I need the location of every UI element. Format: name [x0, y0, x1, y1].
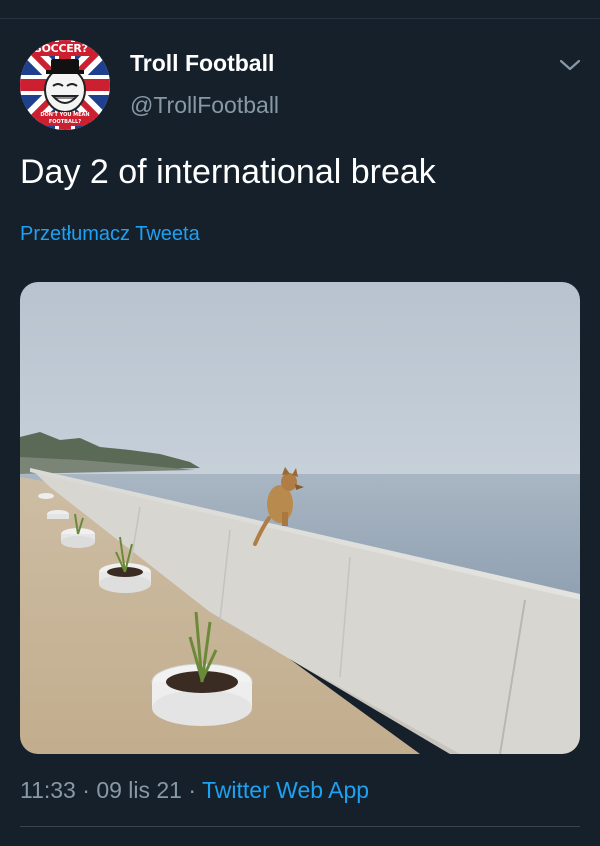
translate-tweet-link[interactable]: Przetłumacz Tweeta — [20, 223, 200, 246]
tweet-meta: 11:33 · 09 lis 21 · Twitter Web App — [20, 777, 369, 804]
bottom-divider — [20, 826, 580, 827]
meta-separator: · — [82, 777, 90, 803]
top-divider — [0, 18, 600, 19]
chevron-down-icon[interactable] — [558, 56, 582, 74]
author-display-name[interactable]: Troll Football — [130, 50, 274, 77]
avatar-text-bottom: DON'T YOU MEAN FOOTBALL? — [40, 112, 90, 125]
tweet-text: Day 2 of international break — [20, 153, 436, 191]
dog-on-seawall-photo — [20, 282, 580, 754]
tweet-date[interactable]: 09 lis 21 — [96, 777, 182, 803]
tweet-time[interactable]: 11:33 — [20, 777, 76, 803]
meta-separator: · — [188, 777, 197, 803]
tweet-photo[interactable] — [20, 282, 580, 754]
source-app-link[interactable]: Twitter Web App — [202, 777, 369, 803]
avatar[interactable]: SOCCER? DON'T YOU MEAN FOOTBALL? — [20, 40, 110, 130]
author-handle[interactable]: @TrollFootball — [130, 92, 279, 119]
avatar-text-top: SOCCER? — [34, 42, 88, 55]
